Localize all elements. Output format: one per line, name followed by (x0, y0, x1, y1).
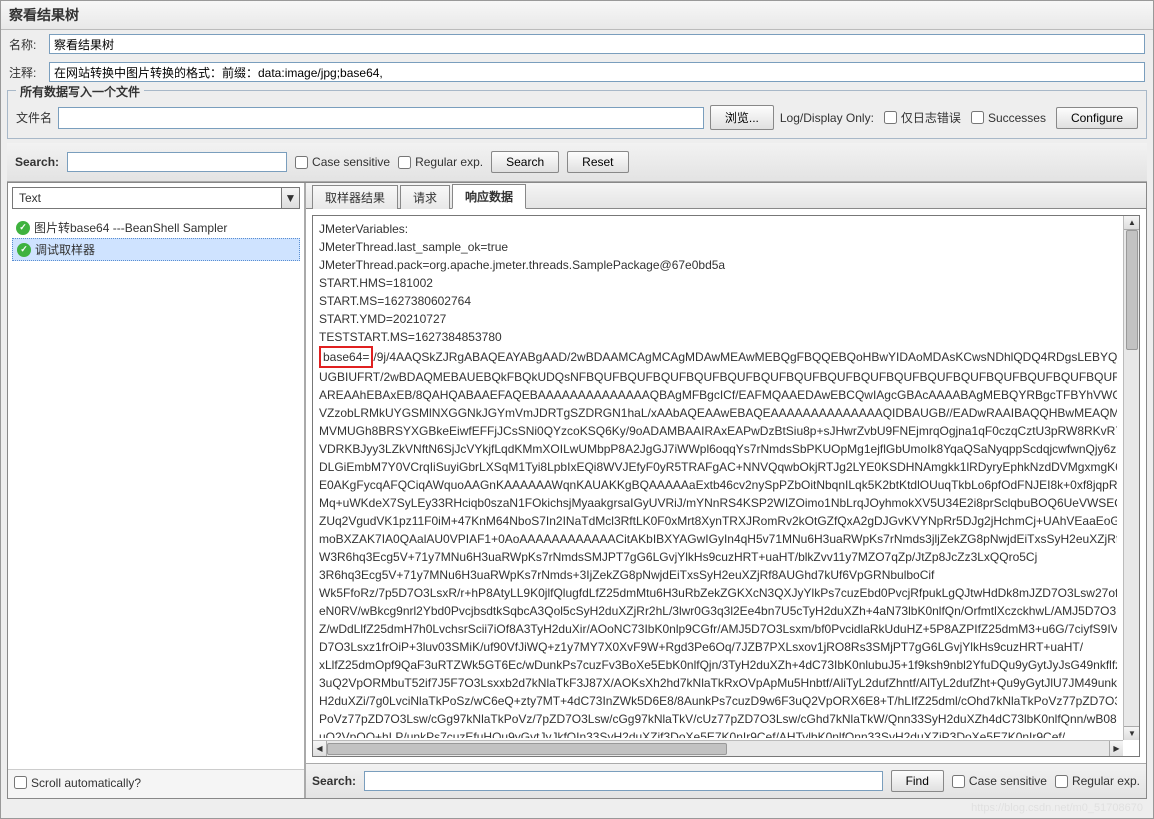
comment-input[interactable] (49, 62, 1145, 82)
view-mode-value: Text (13, 191, 281, 205)
response-line: xLlfZ25dmOpf9QaF3uRTZWk5GT6Ec/wDunkPs7cu… (319, 656, 1117, 674)
scroll-down-icon[interactable]: ▼ (1124, 726, 1140, 740)
response-line: MVMUGh8BRSYXGBkeEiwfEFFjJCsSNi0QYzcoKSQ6… (319, 422, 1117, 440)
response-line: JMeterThread.pack=org.apache.jmeter.thre… (319, 256, 1117, 274)
bottom-search-input[interactable] (364, 771, 883, 791)
scroll-thumb-h[interactable] (327, 743, 727, 755)
highlight-box: base64= (319, 346, 373, 368)
response-line: 3uQ2VpORMbuT52if7J5F7O3Lsxxb2d7kNlaTkF3J… (319, 674, 1117, 692)
response-area: JMeterVariables:JMeterThread.last_sample… (312, 215, 1140, 757)
view-mode-dropdown[interactable]: Text ▼ (12, 187, 300, 209)
response-line: AREAAhEBAxEB/8QAHQABAAEFAQEBAAAAAAAAAAAA… (319, 386, 1117, 404)
response-line: START.MS=1627380602764 (319, 292, 1117, 310)
results-tree[interactable]: ✓图片转base64 ---BeanShell Sampler✓调试取样器 (8, 213, 304, 769)
search-button[interactable]: Search (491, 151, 559, 173)
tab[interactable]: 请求 (400, 185, 450, 209)
response-line: D7O3Lsxz1frOiP+3luv03SMiK/uf90VfJiWQ+z1y… (319, 638, 1117, 656)
response-line: PoVz77pZD7O3Lsw/cGg97kNlaTkPoVz/7pZD7O3L… (319, 710, 1117, 728)
search-input[interactable] (67, 152, 287, 172)
tree-item-label: 图片转base64 ---BeanShell Sampler (34, 219, 227, 236)
scroll-right-icon[interactable]: ▶ (1109, 741, 1123, 757)
response-line: moBXZAK7IA0QAalAU0VPIAF1+0AoAAAAAAAAAAAA… (319, 530, 1117, 548)
response-line: START.HMS=181002 (319, 274, 1117, 292)
chevron-down-icon: ▼ (281, 188, 299, 208)
scroll-left-icon[interactable]: ◀ (313, 741, 327, 757)
scroll-auto-checkbox[interactable]: Scroll automatically? (14, 776, 141, 790)
response-line: TESTSTART.MS=1627384853780 (319, 328, 1117, 346)
comment-label: 注释: (9, 64, 43, 81)
browse-button[interactable]: 浏览... (710, 105, 774, 130)
success-icon: ✓ (16, 221, 30, 235)
search-label: Search: (15, 155, 59, 169)
only-errors-checkbox[interactable]: 仅日志错误 (884, 109, 961, 126)
filename-input[interactable] (58, 107, 704, 129)
name-label: 名称: (9, 36, 43, 53)
response-line: eN0RV/wBkcg9nrl2Ybd0PvcjbsdtkSqbcA3Qol5c… (319, 602, 1117, 620)
file-fieldset: 所有数据写入一个文件 文件名 浏览... Log/Display Only: 仅… (7, 90, 1147, 139)
response-line: H2duXZi/7g0LvciNlaTkPoSz/wC6eQ+zty7MT+4d… (319, 692, 1117, 710)
watermark: https://blog.csdn.net/m0_51708670 (971, 802, 1143, 814)
response-line: Wk5FfoRz/7p5D7O3LsxR/r+hP8AtyLL9K0jlfQlu… (319, 584, 1117, 602)
tree-item[interactable]: ✓ 图片转base64 ---BeanShell Sampler (12, 217, 300, 238)
scroll-up-icon[interactable]: ▲ (1124, 216, 1140, 230)
tab[interactable]: 响应数据 (452, 184, 526, 209)
tab[interactable]: 取样器结果 (312, 185, 398, 209)
log-display-label: Log/Display Only: (780, 111, 874, 125)
response-line: VDRKBJyy3LZkVNftN6SjJcVYkjfLqdKMmXOILwUM… (319, 440, 1117, 458)
successes-checkbox[interactable]: Successes (971, 111, 1046, 125)
response-line: ZUq2VgudVK1pz11F0iM+47KnM64NboS7In2INaTd… (319, 512, 1117, 530)
file-legend: 所有数据写入一个文件 (16, 83, 144, 100)
name-input[interactable] (49, 34, 1145, 54)
response-line: VZzobLRMkUYGSMlNXGGNkJGYmVmJDRTgSZDRGN1h… (319, 404, 1117, 422)
reset-button[interactable]: Reset (567, 151, 628, 173)
response-line: Mq+uWKdeX7SyLEy33RHciqb0szaN1FOkichsjMya… (319, 494, 1117, 512)
response-line: W3R6hq3Ecg5V+71y7MNu6H3uaRWpKs7rNmdsSMJP… (319, 548, 1117, 566)
bottom-regex-checkbox[interactable]: Regular exp. (1055, 774, 1140, 788)
tree-item-label: 调试取样器 (35, 241, 95, 258)
response-line: Z/wDdLlfZ25dmH7h0LvchsrScii7iOf8A3TyH2du… (319, 620, 1117, 638)
response-line: UGBIUFRT/2wBDAQMEBAUEBQkFBQkUDQsNFBQUFBQ… (319, 368, 1117, 386)
tree-item[interactable]: ✓ 调试取样器 (12, 238, 300, 261)
horizontal-scrollbar[interactable]: ◀ ▶ (313, 740, 1123, 756)
vertical-scrollbar[interactable]: ▲ ▼ (1123, 216, 1139, 740)
case-sensitive-checkbox[interactable]: Case sensitive (295, 155, 390, 169)
filename-label: 文件名 (16, 109, 52, 126)
response-line: 3R6hq3Ecg5V+71y7MNu6H3uaRWpKs7rNmds+3IjZ… (319, 566, 1117, 584)
success-icon: ✓ (17, 243, 31, 257)
response-line: base64=/9j/4AAQSkZJRgABAQEAYABgAAD/2wBDA… (319, 346, 1117, 368)
response-tabs: 取样器结果请求响应数据 (306, 183, 1146, 209)
response-line: START.YMD=20210727 (319, 310, 1117, 328)
configure-button[interactable]: Configure (1056, 107, 1138, 129)
regex-checkbox[interactable]: Regular exp. (398, 155, 483, 169)
find-button[interactable]: Find (891, 770, 944, 792)
panel-title: 察看结果树 (1, 1, 1153, 30)
bottom-case-sensitive-checkbox[interactable]: Case sensitive (952, 774, 1047, 788)
response-line: E0AKgFycqAFQCiqAWquoAAGnKAAAAAAWqnKAUAKK… (319, 476, 1117, 494)
bottom-search-label: Search: (312, 774, 356, 788)
scroll-thumb[interactable] (1126, 230, 1138, 350)
response-line: uQ2VpOQ+hLP/unkPs7cuzEfuHQu9yGytJyJkfQIn… (319, 728, 1117, 738)
response-text[interactable]: JMeterVariables:JMeterThread.last_sample… (313, 216, 1123, 738)
response-line: JMeterThread.last_sample_ok=true (319, 238, 1117, 256)
response-line: DLGiEmbM7Y0VCrqIiSuyiGbrLXSqM1Tyi8LpbIxE… (319, 458, 1117, 476)
response-line: JMeterVariables: (319, 220, 1117, 238)
